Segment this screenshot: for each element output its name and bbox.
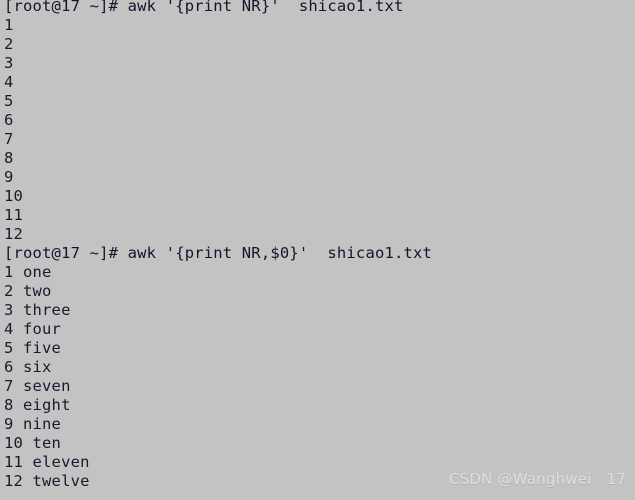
terminal-output-line: 4 [4,73,14,91]
terminal-prompt-line: [root@17 ~]# awk '{print NR}' shicao1.tx… [4,0,404,15]
terminal-output-line: 12 [4,225,24,243]
terminal-output-line: 6 [4,111,14,129]
terminal-output-line: 9 nine [4,415,62,433]
terminal-output-line: 8 [4,149,14,167]
terminal-output-line: 4 four [4,320,62,338]
terminal-output-line: 5 [4,92,14,110]
terminal-output-line: 10 [4,187,24,205]
terminal-output-line: 11 [4,206,24,224]
terminal-output-line: 5 five [4,339,62,357]
terminal-output-line: 2 [4,35,14,53]
terminal-output-line: 11 eleven [4,453,90,471]
terminal-output-line: 8 eight [4,396,71,414]
terminal-prompt-line: [root@17 ~]# awk '{print NR,$0}' shicao1… [4,244,433,262]
terminal-output-line: 6 six [4,358,52,376]
terminal-screen[interactable]: [root@17 ~]# awk '{print NR}' shicao1.tx… [4,0,635,491]
terminal-output-line: 10 ten [4,434,62,452]
terminal-output-line: 3 three [4,301,71,319]
terminal-output-line: 2 two [4,282,52,300]
terminal-output-line: 7 [4,130,14,148]
terminal-output-line: 12 twelve [4,472,90,490]
terminal-output-line: 1 [4,16,14,34]
terminal-output-line: 1 one [4,263,52,281]
terminal-output-line: 3 [4,54,14,72]
terminal-window[interactable]: [root@17 ~]# awk '{print NR}' shicao1.tx… [0,0,635,500]
terminal-output-line: 7 seven [4,377,71,395]
terminal-output-line: 9 [4,168,14,186]
